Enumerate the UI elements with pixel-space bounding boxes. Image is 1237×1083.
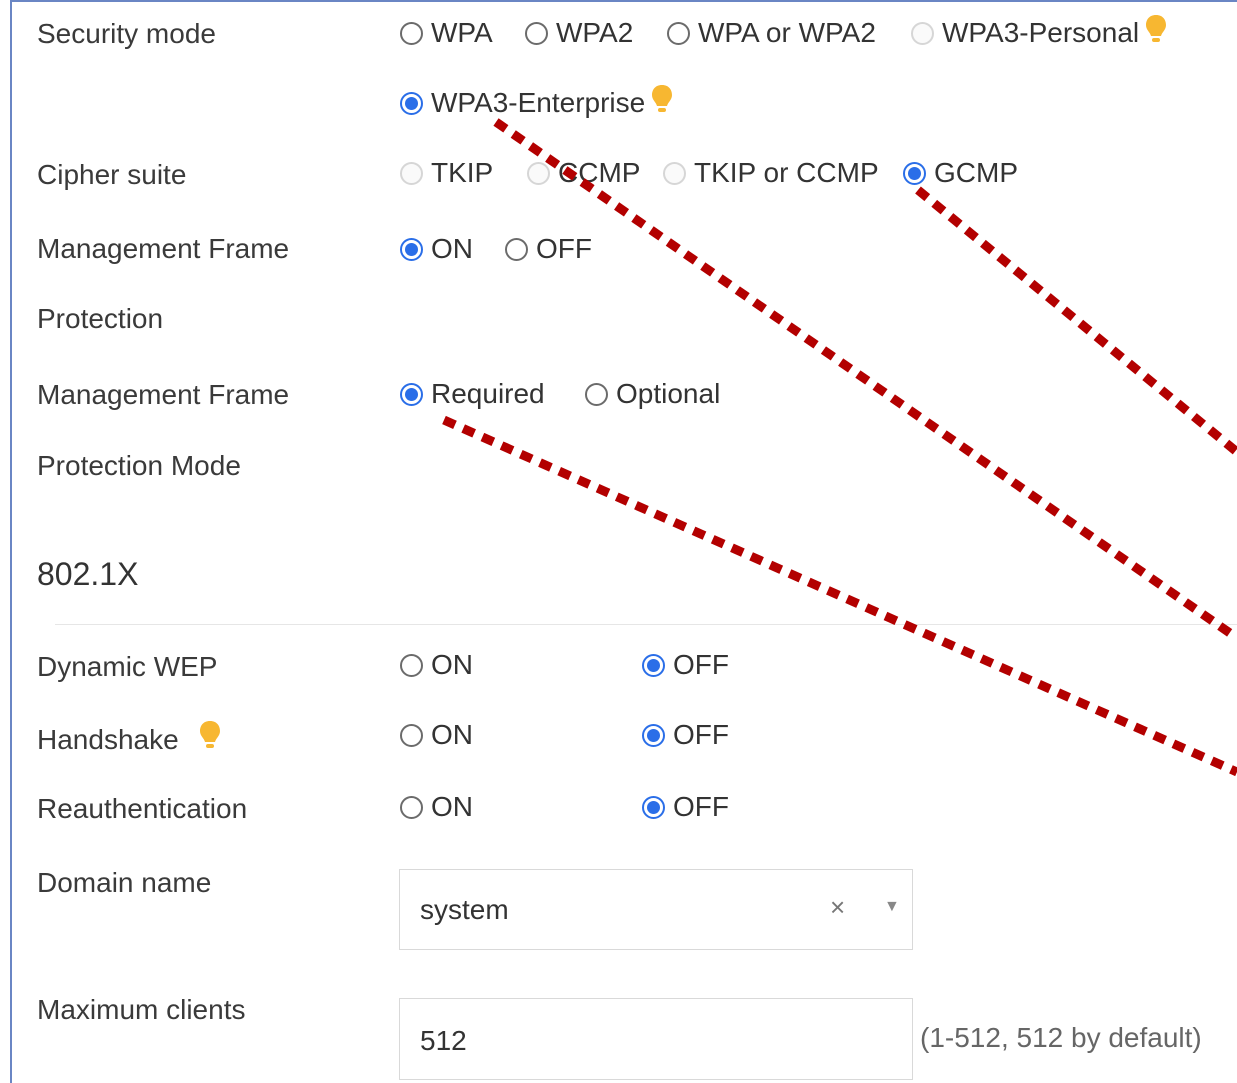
- radio-icon: [400, 237, 423, 261]
- domain-name-value: system: [420, 894, 509, 925]
- mfp-mode-required-label: Required: [431, 378, 545, 409]
- radio-icon: [642, 795, 665, 819]
- radio-icon: [642, 653, 665, 677]
- security-mode-option: WPA3-Enterprise: [431, 87, 646, 118]
- reauthentication-on-label: ON: [431, 791, 473, 822]
- dynamic-wep-label: Dynamic WEP: [37, 651, 218, 682]
- dynamic-wep-off-label: OFF: [673, 649, 729, 680]
- dynamic-wep-on-radio[interactable]: ON: [400, 648, 473, 682]
- security-mode-option: WPA or WPA2: [698, 17, 876, 48]
- radio-icon: [585, 382, 608, 406]
- radio-icon: [400, 795, 423, 819]
- radio-icon: [400, 91, 423, 115]
- mfp-mode-optional-label: Optional: [616, 378, 721, 409]
- mfp-off-label: OFF: [536, 233, 592, 264]
- mfp-label-line2: Protection: [37, 303, 164, 334]
- security-mode-wpa-radio[interactable]: WPA: [400, 16, 493, 50]
- dynamic-wep-off-radio[interactable]: OFF: [642, 648, 729, 682]
- max-clients-value: 512: [420, 1025, 467, 1056]
- security-mode-wpa3-personal-radio[interactable]: WPA3-Personal: [911, 14, 1167, 53]
- security-mode-wpa3-enterprise-radio[interactable]: WPA3-Enterprise: [400, 84, 673, 123]
- lightbulb-hint-icon[interactable]: [651, 84, 673, 123]
- reauthentication-on-radio[interactable]: ON: [400, 790, 473, 824]
- security-mode-label: Security mode: [37, 18, 216, 49]
- cipher-option: TKIP or CCMP: [694, 157, 879, 188]
- max-clients-label: Maximum clients: [37, 994, 246, 1025]
- cipher-suite-label: Cipher suite: [37, 159, 187, 190]
- security-mode-wpa2-radio[interactable]: WPA2: [525, 16, 633, 50]
- domain-name-label: Domain name: [37, 867, 212, 898]
- cipher-option: TKIP: [431, 157, 494, 188]
- mfp-mode-label: Management Frame: [37, 379, 290, 410]
- mfp-mode-required-radio[interactable]: Required: [400, 377, 545, 411]
- cipher-option: CCMP: [558, 157, 641, 188]
- reauthentication-off-label: OFF: [673, 791, 729, 822]
- radio-icon: [400, 382, 423, 406]
- security-mode-option: WPA3-Personal: [942, 17, 1140, 48]
- handshake-on-label: ON: [431, 719, 473, 750]
- mfp-on-radio[interactable]: ON: [400, 232, 473, 266]
- section-divider: [55, 624, 1237, 625]
- dynamic-wep-on-label: ON: [431, 649, 473, 680]
- radio-icon: [505, 237, 528, 261]
- mfp-label: Management Frame: [37, 233, 290, 264]
- clear-icon[interactable]: ×: [830, 892, 845, 923]
- radio-icon: [400, 21, 423, 45]
- cipher-option: GCMP: [934, 157, 1018, 188]
- cipher-tkip-radio[interactable]: TKIP: [400, 156, 493, 190]
- security-mode-option: WPA: [431, 17, 493, 48]
- domain-name-select[interactable]: system × ▼: [399, 869, 913, 950]
- handshake-label: Handshake: [37, 724, 179, 755]
- cipher-ccmp-radio[interactable]: CCMP: [527, 156, 640, 190]
- radio-icon: [911, 21, 934, 45]
- cipher-gcmp-radio[interactable]: GCMP: [903, 156, 1018, 190]
- security-mode-wpa-or-wpa2-radio[interactable]: WPA or WPA2: [667, 16, 876, 50]
- mfp-off-radio[interactable]: OFF: [505, 232, 592, 266]
- radio-icon: [400, 161, 423, 185]
- reauthentication-off-radio[interactable]: OFF: [642, 790, 729, 824]
- max-clients-hint: (1-512, 512 by default): [920, 1022, 1202, 1053]
- handshake-on-radio[interactable]: ON: [400, 718, 473, 752]
- radio-icon: [525, 21, 548, 45]
- radio-icon: [400, 653, 423, 677]
- radio-icon: [903, 161, 926, 185]
- radio-icon: [400, 723, 423, 747]
- lightbulb-hint-icon[interactable]: [199, 720, 221, 760]
- mfp-mode-optional-radio[interactable]: Optional: [585, 377, 720, 411]
- handshake-label-group: Handshake: [37, 720, 221, 760]
- lightbulb-hint-icon[interactable]: [1145, 14, 1167, 53]
- max-clients-input[interactable]: 512: [399, 998, 913, 1080]
- section-title-8021x: 802.1X: [37, 556, 139, 592]
- mfp-mode-label-line2: Protection Mode: [37, 450, 241, 481]
- security-mode-option: WPA2: [556, 17, 634, 48]
- radio-icon: [527, 161, 550, 185]
- radio-icon: [642, 723, 665, 747]
- reauthentication-label: Reauthentication: [37, 793, 248, 824]
- handshake-off-radio[interactable]: OFF: [642, 718, 729, 752]
- chevron-down-icon[interactable]: ▼: [884, 898, 900, 916]
- radio-icon: [667, 21, 690, 45]
- mfp-on-label: ON: [431, 233, 473, 264]
- handshake-off-label: OFF: [673, 719, 729, 750]
- cipher-tkip-or-ccmp-radio[interactable]: TKIP or CCMP: [663, 156, 879, 190]
- radio-icon: [663, 161, 686, 185]
